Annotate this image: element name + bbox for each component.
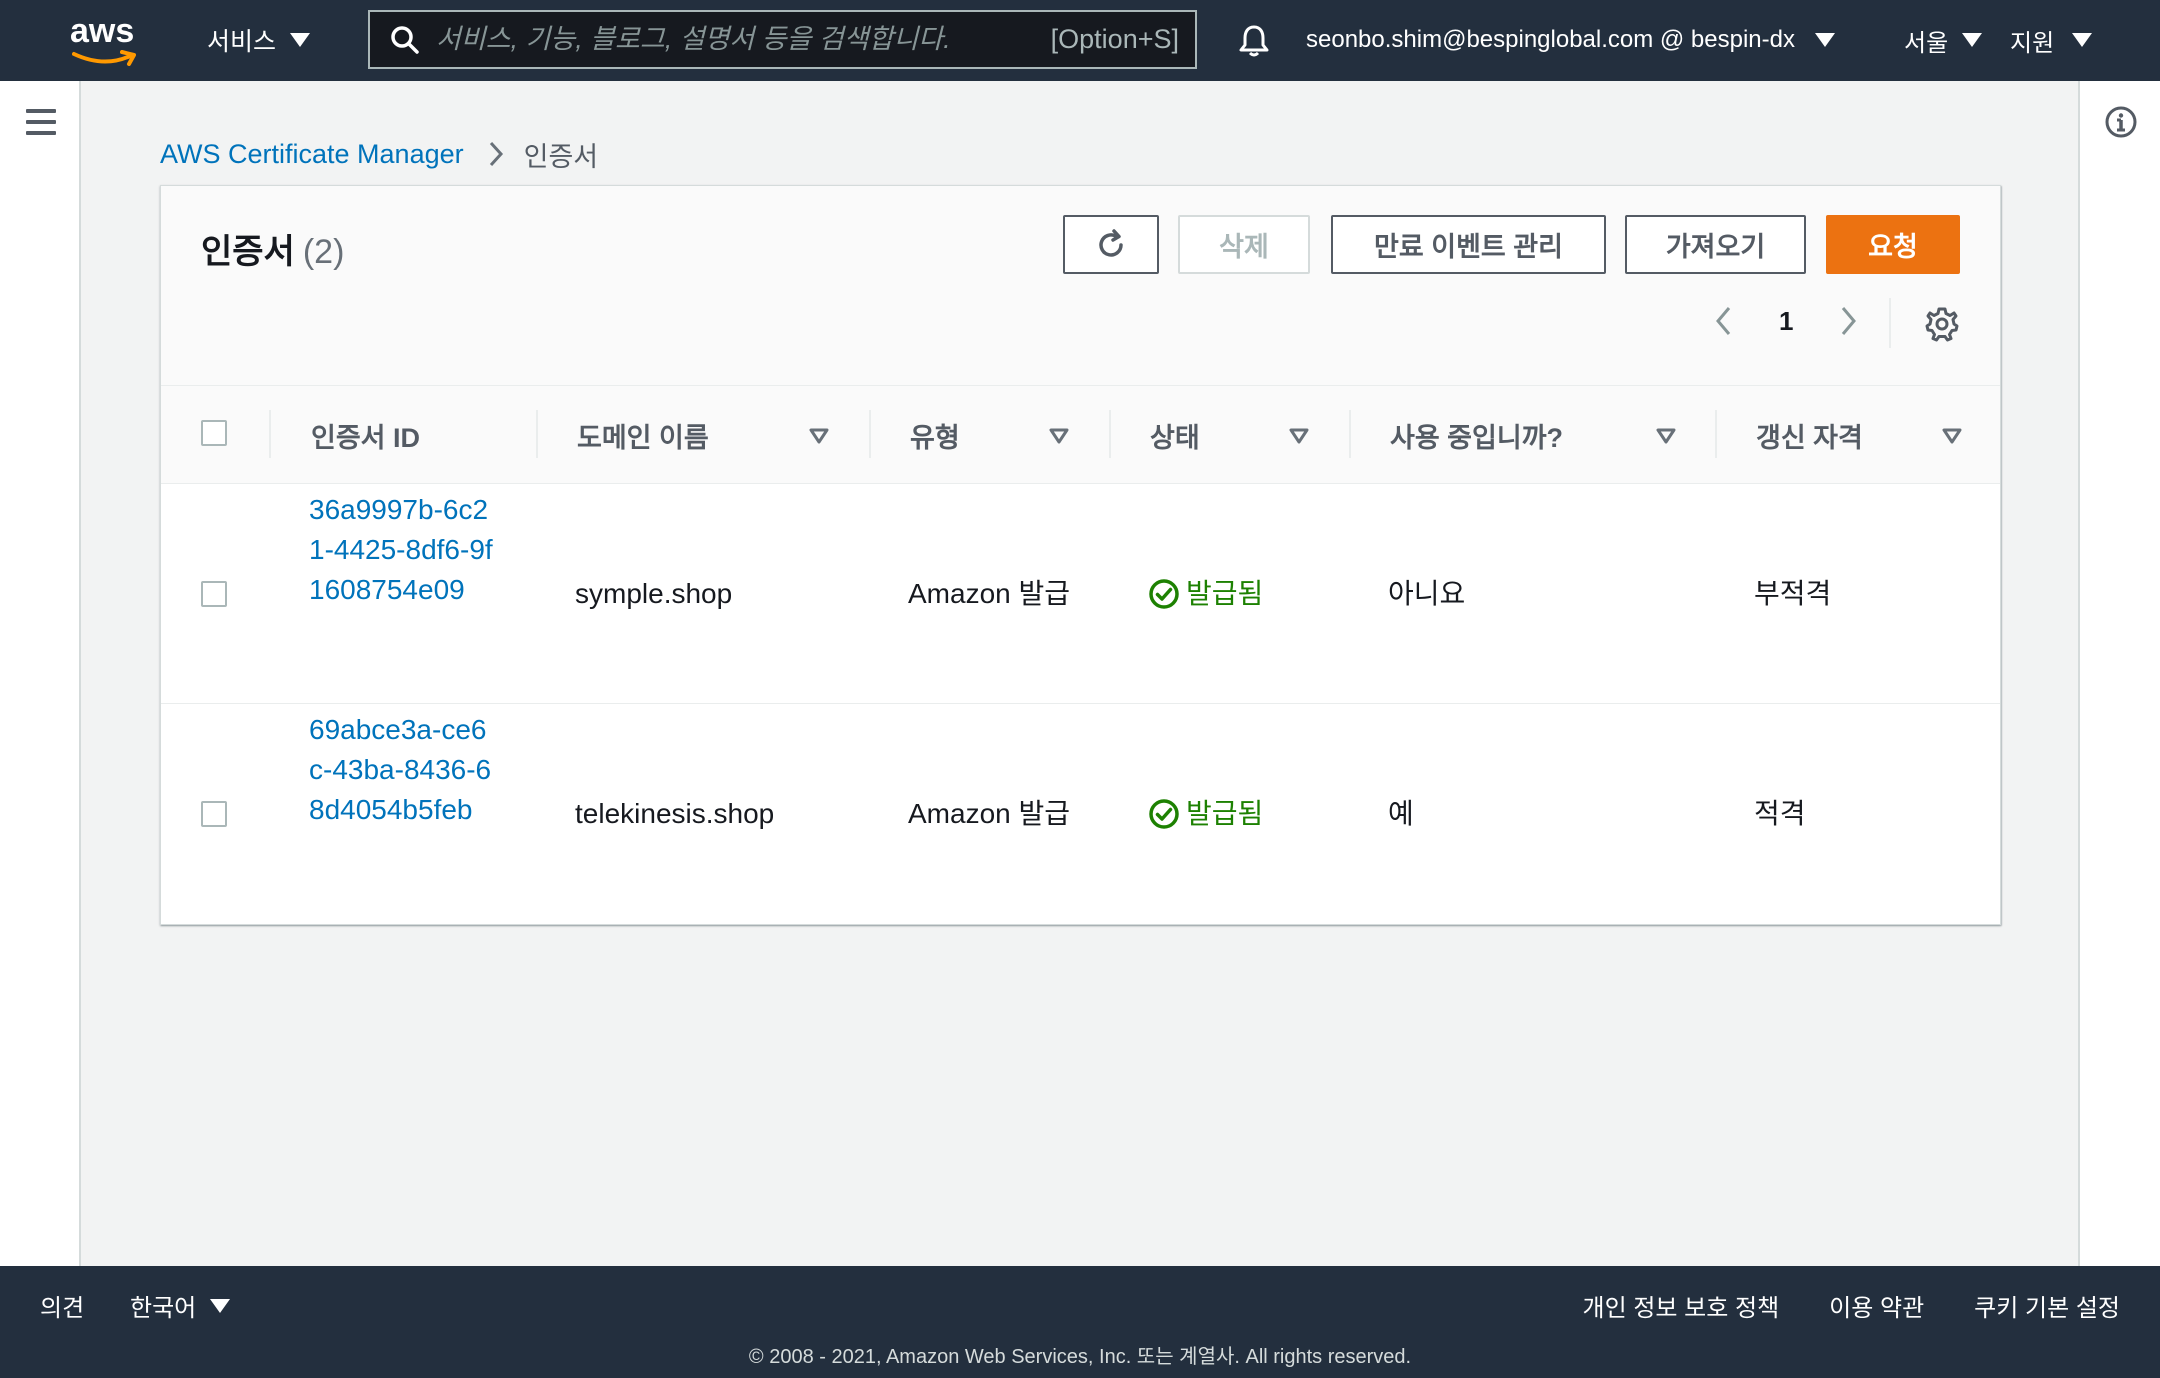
sort-down-icon[interactable] [1049, 427, 1069, 445]
sort-down-icon[interactable] [1942, 427, 1962, 445]
column-divider [269, 410, 271, 458]
column-header-in-use[interactable]: 사용 중입니까? [1390, 386, 1563, 484]
caret-down-icon [290, 33, 311, 47]
region-menu[interactable]: 서울 [1904, 22, 1983, 58]
page-title: 인증서 (2) [201, 224, 344, 273]
certificate-count: (2) [302, 233, 345, 271]
footer: 의견 한국어 개인 정보 보호 정책 이용 약관 쿠키 기본 설정 © 2008… [0, 1266, 2160, 1378]
search-icon [391, 25, 419, 54]
in-use-value: 예 [1388, 798, 1414, 829]
sort-down-icon[interactable] [809, 427, 829, 445]
column-divider [869, 410, 871, 458]
left-navigation-rail [0, 81, 81, 1266]
sort-down-icon[interactable] [1656, 427, 1676, 445]
right-tools-rail [2078, 81, 2160, 1266]
pager-divider [1889, 298, 1891, 348]
domain-name: telekinesis.shop [575, 798, 775, 829]
search-bar[interactable]: [Option+S] [368, 10, 1197, 69]
language-selector[interactable]: 한국어 [130, 1288, 231, 1323]
aws-smile-icon [72, 50, 136, 66]
pagination: 1 [1709, 296, 1863, 346]
caret-down-icon [1815, 33, 1835, 47]
request-button[interactable]: 요청 [1826, 215, 1960, 274]
chevron-right-icon [1842, 307, 1857, 335]
aws-logo[interactable]: aws [70, 12, 146, 66]
column-header-renewal-eligibility[interactable]: 갱신 자격 [1756, 386, 1863, 484]
title-text: 인증서 [201, 233, 295, 271]
support-menu[interactable]: 지원 [2010, 22, 2093, 58]
column-divider [536, 410, 538, 458]
status-text: 발급됨 [1186, 798, 1264, 829]
hamburger-menu-icon[interactable] [26, 109, 56, 135]
support-label: 지원 [2010, 29, 2055, 57]
top-navigation: aws 서비스 [Option+S] seonbo.shim@bespinglo… [0, 0, 2160, 81]
cookie-preferences-link[interactable]: 쿠키 기본 설정 [1974, 1288, 2120, 1323]
account-menu[interactable]: seonbo.shim@bespinglobal.com @ bespin-dx [1306, 22, 1835, 58]
breadcrumb-current: 인증서 [523, 141, 599, 172]
delete-button[interactable]: 삭제 [1178, 215, 1310, 274]
caret-down-icon [210, 1298, 231, 1313]
search-input[interactable] [436, 24, 1051, 55]
current-page-number[interactable]: 1 [1779, 306, 1793, 337]
select-all-checkbox[interactable] [201, 420, 227, 446]
breadcrumb: AWS Certificate Manager 인증서 [160, 136, 598, 172]
services-label: 서비스 [207, 28, 277, 56]
breadcrumb-service-link[interactable]: AWS Certificate Manager [160, 139, 464, 170]
services-menu[interactable]: 서비스 [207, 22, 311, 58]
sort-down-icon[interactable] [1289, 427, 1309, 445]
row-checkbox[interactable] [201, 581, 227, 607]
certificate-type: Amazon 발급 [908, 578, 1071, 609]
column-divider [1715, 410, 1717, 458]
row-checkbox[interactable] [201, 801, 227, 827]
renewal-eligibility-value: 부적격 [1754, 578, 1832, 609]
column-divider [1109, 410, 1111, 458]
status-badge: 발급됨 [1148, 794, 1263, 834]
renewal-eligibility-value: 적격 [1754, 798, 1806, 829]
privacy-policy-link[interactable]: 개인 정보 보호 정책 [1583, 1288, 1780, 1323]
certificate-id-link[interactable]: 69abce3a-ce6c-43ba-8436-68d4054b5feb [309, 710, 499, 830]
region-label: 서울 [1904, 29, 1949, 57]
caret-down-icon [2072, 33, 2093, 47]
import-button[interactable]: 가져오기 [1625, 215, 1806, 274]
column-divider [1349, 410, 1351, 458]
table-row: 69abce3a-ce6c-43ba-8436-68d4054b5feb tel… [161, 704, 2000, 924]
table-header: 인증서 ID 도메인 이름 유형 상태 사용 중입니까? 갱신 자격 [161, 386, 2000, 484]
terms-of-use-link[interactable]: 이용 약관 [1829, 1288, 1924, 1323]
footer-links: 개인 정보 보호 정책 이용 약관 쿠키 기본 설정 [1583, 1288, 2120, 1323]
status-text: 발급됨 [1186, 578, 1264, 609]
column-header-type[interactable]: 유형 [910, 386, 960, 484]
next-page-button[interactable] [1833, 303, 1863, 339]
success-check-icon [1149, 799, 1179, 829]
account-label: seonbo.shim@bespinglobal.com @ bespin-dx [1306, 26, 1795, 53]
status-badge: 발급됨 [1148, 574, 1263, 614]
chevron-left-icon [1716, 307, 1731, 335]
copyright-text: © 2008 - 2021, Amazon Web Services, Inc.… [748, 1346, 1412, 1368]
search-shortcut-hint: [Option+S] [1050, 24, 1179, 54]
certificates-table-card: 인증서 (2) 삭제 만료 이벤트 관리 가져오기 요청 1 인증서 ID 도메… [160, 185, 2001, 925]
success-check-icon [1149, 579, 1179, 609]
manage-expiry-events-button[interactable]: 만료 이벤트 관리 [1331, 215, 1606, 274]
card-header: 인증서 (2) 삭제 만료 이벤트 관리 가져오기 요청 1 [161, 186, 2000, 386]
refresh-icon [1099, 228, 1123, 257]
in-use-value: 아니요 [1388, 578, 1466, 609]
column-header-status[interactable]: 상태 [1150, 386, 1200, 484]
info-icon[interactable] [2104, 105, 2138, 139]
column-header-certificate-id[interactable]: 인증서 ID [311, 386, 420, 484]
column-header-domain-name[interactable]: 도메인 이름 [577, 386, 709, 484]
chevron-right-icon [489, 141, 503, 167]
previous-page-button[interactable] [1709, 303, 1739, 339]
table-row: 36a9997b-6c21-4425-8df6-9f1608754e09 sym… [161, 484, 2000, 704]
domain-name: symple.shop [575, 578, 733, 609]
certificate-type: Amazon 발급 [908, 798, 1071, 829]
refresh-button[interactable] [1063, 215, 1159, 274]
bell-icon[interactable] [1236, 22, 1272, 58]
language-label: 한국어 [130, 1295, 197, 1322]
certificate-id-link[interactable]: 36a9997b-6c21-4425-8df6-9f1608754e09 [309, 490, 499, 610]
caret-down-icon [1962, 33, 1983, 47]
feedback-link[interactable]: 의견 [40, 1288, 84, 1323]
aws-logo-text: aws [70, 12, 135, 50]
gear-icon[interactable] [1924, 306, 1960, 342]
